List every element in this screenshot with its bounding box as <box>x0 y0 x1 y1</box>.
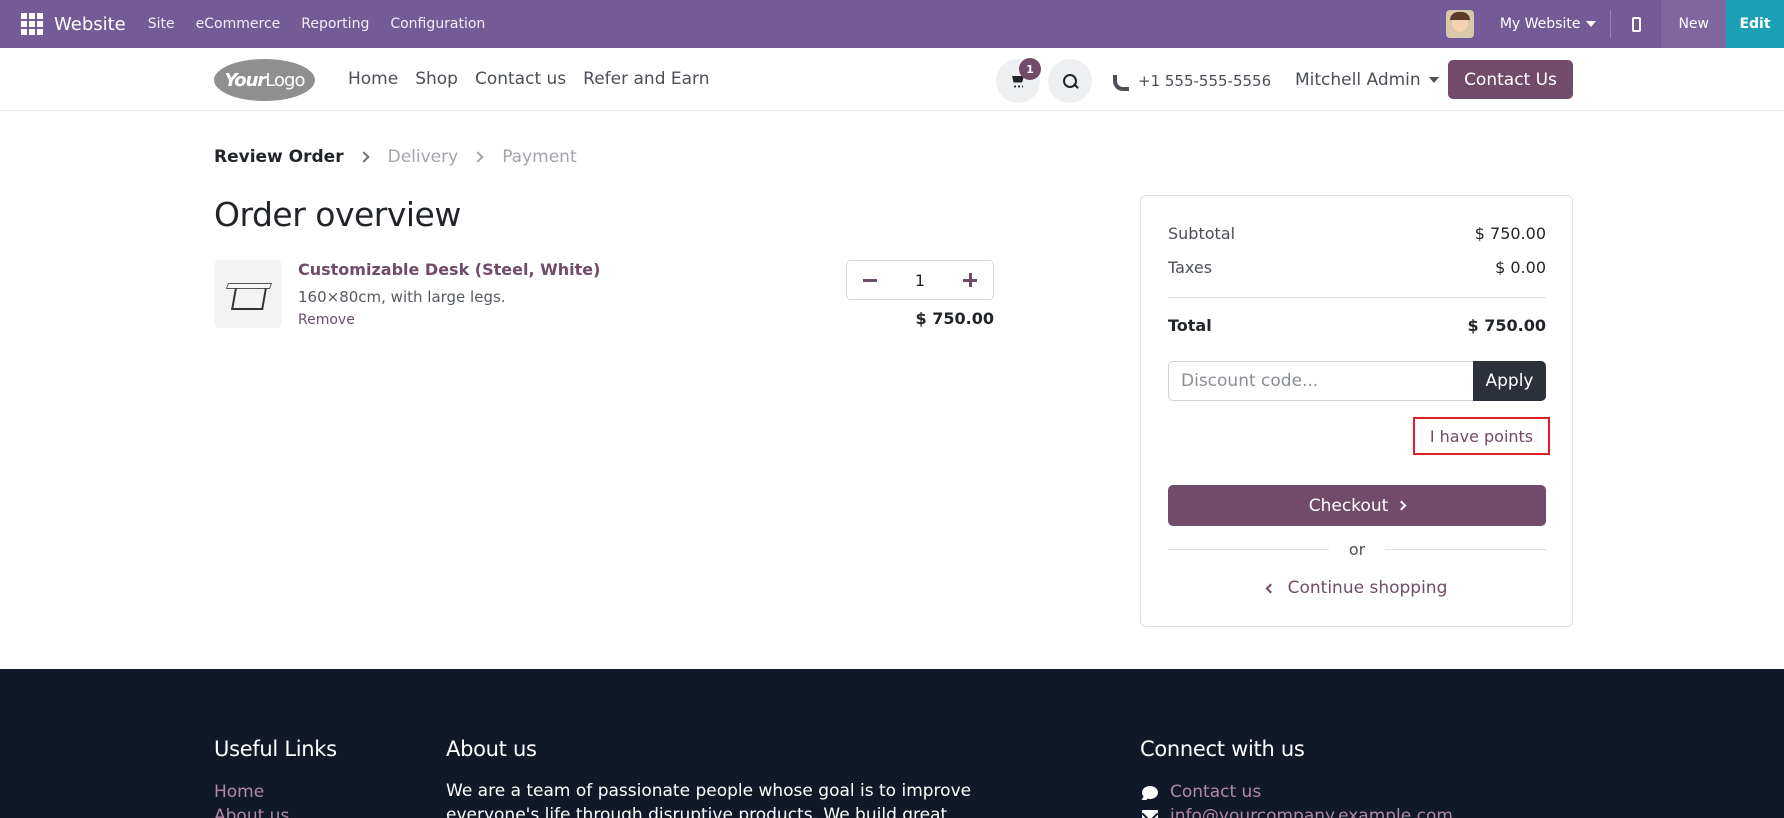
checkout-label: Checkout <box>1308 495 1389 516</box>
step-delivery: Delivery <box>387 147 459 167</box>
caret-down-icon <box>1428 77 1439 83</box>
nav-refer-and-earn[interactable]: Refer and Earn <box>583 69 709 89</box>
checkout-steps: Review Order Delivery Payment <box>214 147 577 167</box>
menu-configuration[interactable]: Configuration <box>390 16 485 32</box>
subtotal-value: $ 750.00 <box>1474 224 1546 243</box>
divider <box>1168 297 1546 298</box>
footer-link-home[interactable]: Home <box>214 782 264 802</box>
phone-icon <box>1112 74 1129 91</box>
step-payment: Payment <box>502 147 577 167</box>
logo-text-bold: Your <box>224 69 267 91</box>
or-separator: or <box>1168 540 1546 559</box>
total-label: Total <box>1168 316 1212 335</box>
cart-button[interactable]: 1 <box>996 58 1041 103</box>
website-selector-label: My Website <box>1499 16 1581 32</box>
phone-link[interactable]: +1 555-555-5556 <box>1112 72 1272 91</box>
contact-us-button[interactable]: Contact Us <box>1448 60 1573 99</box>
user-menu[interactable]: Mitchell Admin <box>1295 70 1439 90</box>
taxes-label: Taxes <box>1168 258 1213 277</box>
taxes-row: Taxes $ 0.00 <box>1168 258 1546 277</box>
mobile-icon <box>1631 16 1641 32</box>
website-selector[interactable]: My Website <box>1500 16 1597 32</box>
caret-down-icon <box>1586 21 1597 27</box>
user-name: Mitchell Admin <box>1295 70 1421 90</box>
discount-code-input[interactable] <box>1168 361 1473 401</box>
remove-link[interactable]: Remove <box>298 312 355 328</box>
quantity-stepper: 1 <box>846 260 994 300</box>
apps-grid-icon[interactable] <box>18 10 46 38</box>
mobile-preview-button[interactable] <box>1611 0 1661 48</box>
envelope-icon <box>1142 810 1158 818</box>
chevron-left-icon <box>1265 583 1276 593</box>
nav-home[interactable]: Home <box>348 69 398 89</box>
subtotal-row: Subtotal $ 750.00 <box>1168 224 1546 243</box>
desk-image <box>227 279 269 309</box>
taxes-value: $ 0.00 <box>1495 258 1546 277</box>
site-footer: Useful Links Home About us About us We a… <box>0 669 1784 818</box>
user-avatar[interactable] <box>1445 10 1474 38</box>
logo-text: Logo <box>265 69 305 91</box>
product-description: 160×80cm, with large legs. <box>298 288 506 306</box>
page-title: Order overview <box>214 195 461 234</box>
order-summary: Subtotal $ 750.00 Taxes $ 0.00 Total $ 7… <box>1140 195 1573 627</box>
checkout-button[interactable]: Checkout <box>1168 485 1546 526</box>
i-have-points-link[interactable]: I have points <box>1413 417 1550 455</box>
or-label: or <box>1348 540 1366 559</box>
footer-email-label: info@yourcompany.example.com <box>1170 806 1453 818</box>
footer-contact-link[interactable]: Contact us <box>1142 782 1261 802</box>
app-brand[interactable]: Website <box>54 14 126 35</box>
menu-ecommerce[interactable]: eCommerce <box>196 16 281 32</box>
line-price: $ 750.00 <box>915 309 994 328</box>
comment-icon <box>1142 785 1158 799</box>
footer-email-link[interactable]: info@yourcompany.example.com <box>1142 806 1453 818</box>
chevron-right-icon <box>472 151 484 163</box>
menu-reporting[interactable]: Reporting <box>301 16 369 32</box>
site-header: Your Logo Home Shop Contact us Refer and … <box>0 48 1784 111</box>
continue-shopping-label: Continue shopping <box>1287 578 1448 598</box>
discount-form: Apply <box>1168 361 1546 401</box>
about-us-text: We are a team of passionate people whose… <box>446 781 972 818</box>
total-row: Total $ 750.00 <box>1168 316 1546 335</box>
connect-title: Connect with us <box>1140 737 1305 761</box>
search-button[interactable] <box>1048 59 1092 103</box>
plus-icon[interactable] <box>963 273 977 287</box>
total-value: $ 750.00 <box>1467 316 1546 335</box>
footer-contact-label: Contact us <box>1170 782 1262 802</box>
product-image <box>214 260 282 328</box>
cart-count-badge: 1 <box>1019 58 1041 80</box>
about-us-title: About us <box>446 737 537 761</box>
product-name-link[interactable]: Customizable Desk (Steel, White) <box>298 260 600 279</box>
site-logo[interactable]: Your Logo <box>214 59 315 101</box>
edit-button[interactable]: Edit <box>1726 0 1784 48</box>
continue-shopping-link[interactable]: Continue shopping <box>1168 578 1546 598</box>
useful-links-title: Useful Links <box>214 737 337 761</box>
minus-icon[interactable] <box>863 278 877 282</box>
chevron-right-icon <box>1396 500 1407 511</box>
quantity-input[interactable]: 1 <box>915 271 925 290</box>
apply-button[interactable]: Apply <box>1473 361 1546 401</box>
main-nav: Home Shop Contact us Refer and Earn <box>348 69 710 89</box>
step-review-order: Review Order <box>214 147 344 167</box>
menu-site[interactable]: Site <box>148 16 175 32</box>
chevron-right-icon <box>357 151 370 163</box>
footer-link-about-us[interactable]: About us <box>214 806 289 818</box>
nav-shop[interactable]: Shop <box>415 69 458 89</box>
search-icon <box>1062 73 1078 89</box>
new-button[interactable]: New <box>1661 0 1726 48</box>
subtotal-label: Subtotal <box>1168 224 1236 243</box>
nav-contact-us[interactable]: Contact us <box>475 69 566 89</box>
admin-navbar: Website Site eCommerce Reporting Configu… <box>0 0 1784 48</box>
phone-number: +1 555-555-5556 <box>1138 72 1272 90</box>
